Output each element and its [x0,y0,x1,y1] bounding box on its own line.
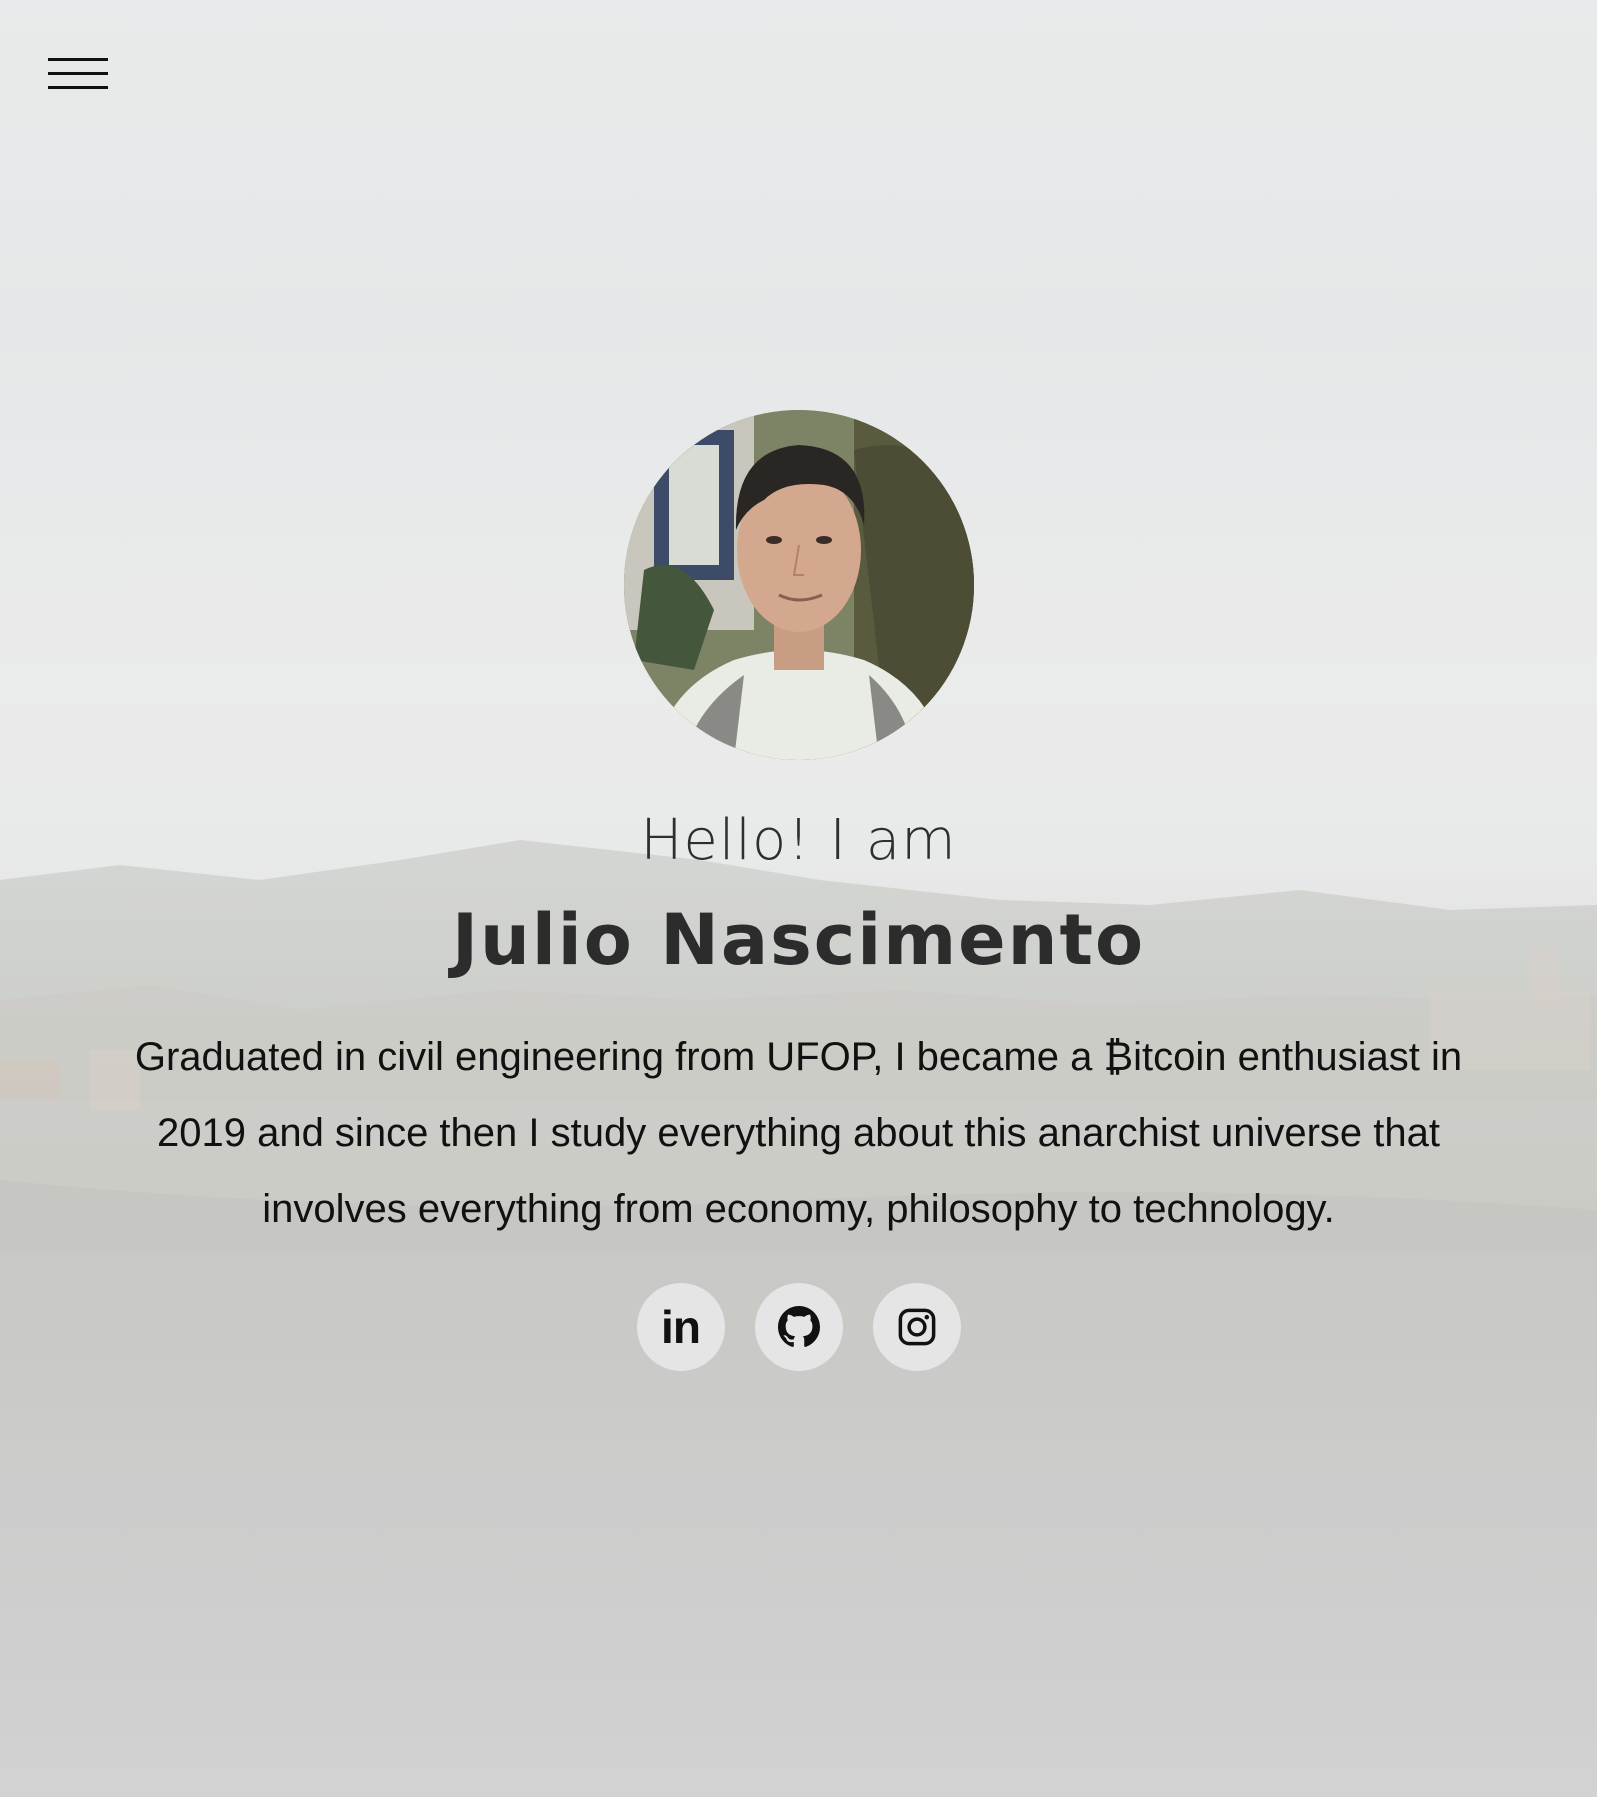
instagram-icon [898,1308,935,1346]
avatar [623,410,974,760]
bio-text: Graduated in civil engineering from UFOP… [134,1035,1463,1231]
linkedin-icon: in [661,1301,701,1353]
greeting-text: Hello! I am [640,808,957,873]
hero-section: Hello! I am Julio Nascimento Graduated i… [0,410,1597,1371]
instagram-button[interactable] [872,1283,961,1371]
person-name: Julio Nascimento [451,899,1146,981]
social-links: in [0,1283,1597,1371]
profile-photo [623,410,974,760]
hamburger-menu-icon[interactable] [48,58,108,92]
github-button[interactable] [754,1283,843,1371]
linkedin-button[interactable]: in [636,1283,725,1371]
github-icon [777,1306,820,1347]
